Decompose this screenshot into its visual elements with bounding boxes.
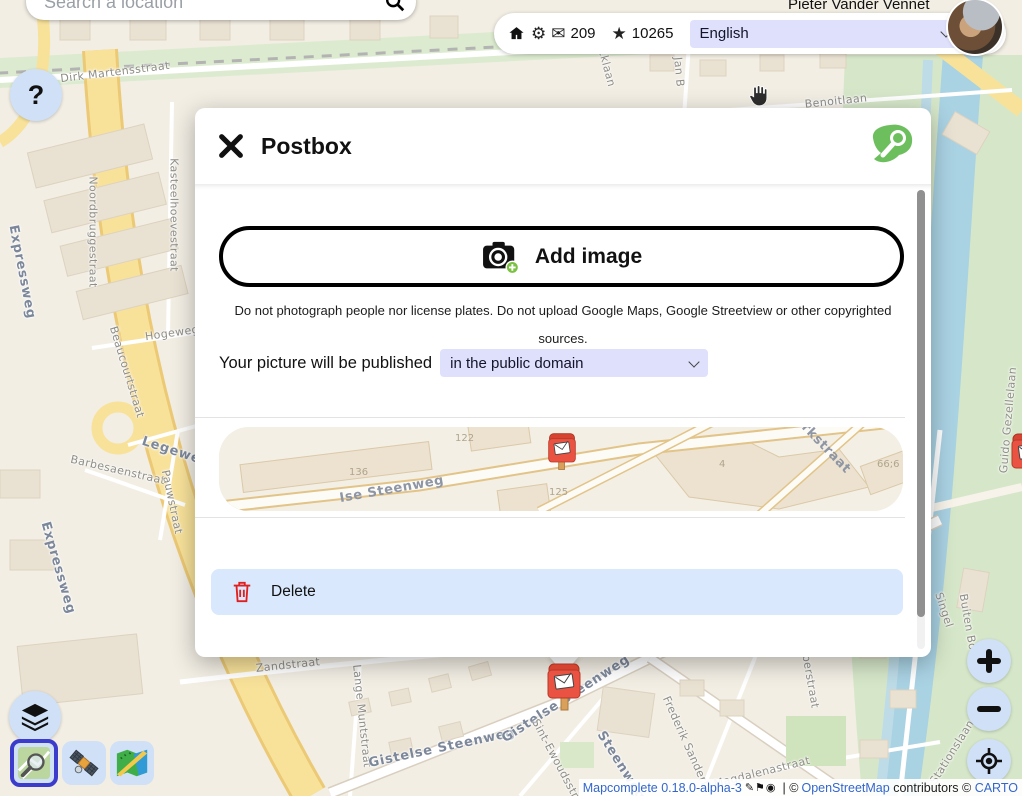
app-version-link[interactable]: Mapcomplete 0.18.0-alpha-3: [583, 781, 742, 795]
popup-scrollbar[interactable]: [917, 190, 925, 649]
zoom-out-button[interactable]: [967, 687, 1011, 731]
basemap-style-osm-button[interactable]: [10, 739, 58, 787]
license-select[interactable]: in the public domain: [440, 349, 708, 377]
crosshair-icon: [975, 747, 1003, 775]
basemap-style-satellite-button[interactable]: [62, 741, 106, 785]
license-selected: in the public domain: [450, 355, 583, 372]
attribution-icons: ✎⚑◉: [745, 781, 777, 794]
location-minimap[interactable]: 122 136 125 4 66;6 Ise Steenweg rkstraat: [219, 427, 903, 511]
search-icon[interactable]: [384, 0, 406, 13]
postbox-marker-main[interactable]: [546, 662, 582, 712]
add-image-button[interactable]: Add image: [219, 226, 904, 287]
postbox-marker-right[interactable]: [1010, 432, 1022, 480]
chevron-down-icon: [688, 356, 699, 367]
changesets-count: 10265: [632, 25, 674, 42]
geolocate-button[interactable]: [967, 739, 1011, 783]
housenumber: 66;6: [877, 459, 899, 470]
help-label: ?: [28, 80, 45, 111]
postbox-marker-minimap[interactable]: [547, 431, 577, 473]
trash-icon: [231, 580, 253, 604]
basemap-style-map-button[interactable]: [110, 741, 154, 785]
delete-button[interactable]: Delete: [211, 569, 903, 615]
layers-icon: [20, 702, 50, 732]
camera-plus-icon: [481, 240, 521, 274]
popup-header: Postbox: [195, 108, 931, 184]
housenumber: 125: [549, 487, 568, 498]
publish-row: Your picture will be published in the pu…: [219, 349, 708, 377]
license-note: Do not photograph people nor license pla…: [225, 297, 901, 353]
messages-icon[interactable]: ✉: [551, 25, 565, 42]
language-selected: English: [700, 25, 749, 42]
attribution-separator: | ©: [783, 781, 799, 795]
user-toolbar: ⚙ ✉ 209 ★ 10265 English: [494, 13, 1006, 54]
add-image-label: Add image: [535, 245, 642, 269]
username: Pieter Vander Vennet: [788, 0, 930, 13]
help-button[interactable]: ?: [10, 69, 62, 121]
home-icon[interactable]: [508, 25, 525, 42]
close-icon[interactable]: [217, 132, 245, 160]
osm-link[interactable]: OpenStreetMap: [801, 781, 889, 795]
search-input[interactable]: [42, 0, 384, 14]
divider: [195, 417, 905, 418]
minus-icon: [976, 696, 1002, 722]
search-bar: [26, 0, 416, 20]
mapcomplete-app: Dirk MartensstraatNoordbruggestraatKaste…: [0, 0, 1022, 796]
contributors-text: contributors ©: [893, 781, 971, 795]
star-icon: ★: [612, 25, 627, 42]
postbox-popup: Postbox Add image Do not: [195, 108, 931, 657]
settings-gear-icon[interactable]: ⚙: [531, 25, 546, 42]
folded-map-icon: [115, 746, 149, 780]
housenumber: 136: [349, 467, 368, 478]
satellite-icon: [67, 746, 101, 780]
layers-button[interactable]: [9, 691, 61, 743]
osm-map-icon: [17, 746, 51, 780]
carto-link[interactable]: CARTO: [975, 781, 1018, 795]
housenumber: 4: [719, 459, 725, 470]
user-avatar[interactable]: [948, 0, 1002, 54]
messages-count[interactable]: 209: [571, 25, 596, 42]
mapcomplete-logo-icon: [869, 124, 913, 166]
popup-content: Add image Do not photograph people nor l…: [195, 184, 931, 657]
language-select[interactable]: English: [690, 20, 960, 48]
delete-label: Delete: [271, 583, 316, 601]
publish-prefix: Your picture will be published: [219, 354, 432, 373]
attribution-bar: Mapcomplete 0.18.0-alpha-3 ✎⚑◉ | © OpenS…: [579, 779, 1022, 796]
divider: [195, 517, 905, 518]
housenumber: 122: [455, 433, 474, 444]
popup-title: Postbox: [261, 133, 352, 160]
zoom-in-button[interactable]: [967, 639, 1011, 683]
plus-icon: [976, 648, 1002, 674]
scrollbar-thumb[interactable]: [917, 190, 925, 617]
